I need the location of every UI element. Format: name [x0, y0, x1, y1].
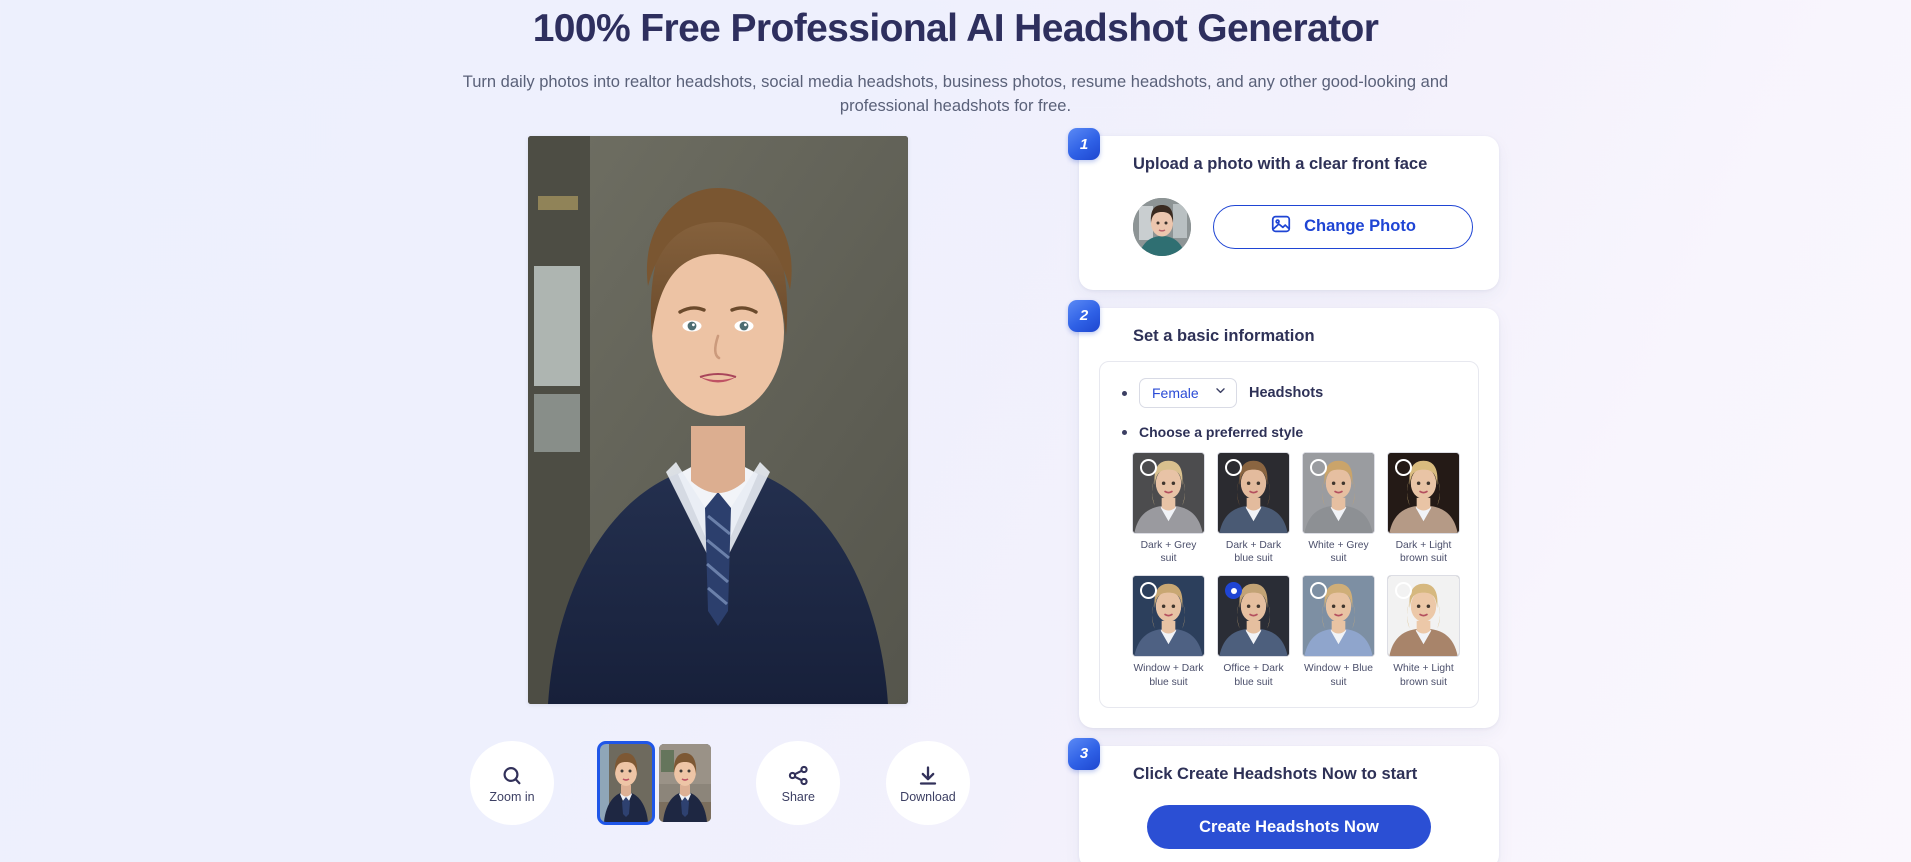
step-1-card: 1 Upload a photo with a clear front face	[1079, 136, 1499, 289]
zoom-in-button[interactable]: Zoom in	[470, 741, 554, 825]
result-thumbnail-1[interactable]	[600, 744, 652, 822]
headshots-label: Headshots	[1249, 385, 1323, 401]
style-option-label: Dark + Light brown suit	[1387, 539, 1460, 565]
share-button[interactable]: Share	[756, 741, 840, 825]
gender-select-value: Female	[1152, 385, 1199, 401]
preview-column	[528, 136, 908, 704]
style-option-4[interactable]: Dark + Light brown suit	[1387, 452, 1460, 565]
step-3-body: Create Headshots Now	[1079, 785, 1499, 862]
bullet-marker	[1122, 391, 1127, 396]
headshot-preview-image[interactable]	[528, 136, 908, 704]
style-option-label: Dark + Dark blue suit	[1217, 539, 1290, 565]
style-option-radio[interactable]	[1140, 459, 1157, 476]
page-header: 100% Free Professional AI Headshot Gener…	[0, 0, 1911, 118]
download-arrow-icon	[916, 764, 940, 788]
gender-select[interactable]: Female	[1139, 378, 1237, 408]
download-label: Download	[900, 791, 956, 804]
basic-info-panel: Female Headshots Choose a preferred styl…	[1099, 361, 1479, 708]
step-3-badge: 3	[1068, 738, 1100, 770]
image-icon	[1270, 213, 1292, 240]
create-headshots-button[interactable]: Create Headshots Now	[1147, 805, 1431, 849]
step-1-title: Upload a photo with a clear front face	[1079, 136, 1499, 175]
style-option-thumbnail[interactable]	[1302, 452, 1375, 534]
style-option-label: White + Grey suit	[1302, 539, 1375, 565]
style-option-label: Window + Dark blue suit	[1132, 662, 1205, 688]
step-2-body: Female Headshots Choose a preferred styl…	[1079, 347, 1499, 728]
style-option-thumbnail[interactable]	[1217, 575, 1290, 657]
step-2-card: 2 Set a basic information Female	[1079, 308, 1499, 728]
style-option-thumbnail[interactable]	[1302, 575, 1375, 657]
step-3-card: 3 Click Create Headshots Now to start Cr…	[1079, 746, 1499, 862]
change-photo-button[interactable]: Change Photo	[1213, 205, 1473, 249]
style-option-label: White + Light brown suit	[1387, 662, 1460, 688]
steps-column: 1 Upload a photo with a clear front face	[1079, 136, 1499, 862]
style-option-radio[interactable]	[1310, 459, 1327, 476]
style-option-1[interactable]: Dark + Grey suit	[1132, 452, 1205, 565]
style-option-5[interactable]: Window + Dark blue suit	[1132, 575, 1205, 688]
chevron-down-icon	[1214, 384, 1227, 402]
style-option-2[interactable]: Dark + Dark blue suit	[1217, 452, 1290, 565]
user-photo-avatar[interactable]	[1133, 198, 1191, 256]
main-content: Zoom in	[0, 136, 1911, 856]
step-1-badge: 1	[1068, 128, 1100, 160]
step-2-badge: 2	[1068, 300, 1100, 332]
bullet-marker	[1122, 430, 1127, 435]
share-label: Share	[782, 791, 815, 804]
style-option-label: Window + Blue suit	[1302, 662, 1375, 688]
style-option-3[interactable]: White + Grey suit	[1302, 452, 1375, 565]
style-option-8[interactable]: White + Light brown suit	[1387, 575, 1460, 688]
style-option-label: Dark + Grey suit	[1132, 539, 1205, 565]
page-title: 100% Free Professional AI Headshot Gener…	[0, 5, 1911, 54]
style-section-label: Choose a preferred style	[1139, 424, 1303, 440]
style-option-7[interactable]: Window + Blue suit	[1302, 575, 1375, 688]
step-2-title: Set a basic information	[1079, 308, 1499, 347]
style-option-thumbnail[interactable]	[1387, 452, 1460, 534]
style-option-thumbnail[interactable]	[1132, 452, 1205, 534]
style-option-label: Office + Dark blue suit	[1217, 662, 1290, 688]
change-photo-label: Change Photo	[1304, 217, 1416, 236]
gender-field-row: Female Headshots	[1118, 378, 1460, 408]
style-option-radio[interactable]	[1395, 459, 1412, 476]
step-3-title: Click Create Headshots Now to start	[1079, 746, 1499, 785]
magnifier-icon	[500, 764, 524, 788]
step-1-body: Change Photo	[1079, 176, 1499, 290]
style-option-thumbnail[interactable]	[1217, 452, 1290, 534]
result-thumbnail-strip	[600, 744, 711, 822]
style-section-header: Choose a preferred style	[1118, 424, 1460, 440]
style-option-thumbnail[interactable]	[1132, 575, 1205, 657]
zoom-in-label: Zoom in	[489, 791, 534, 804]
page-subtitle: Turn daily photos into realtor headshots…	[426, 70, 1486, 119]
style-option-6[interactable]: Office + Dark blue suit	[1217, 575, 1290, 688]
share-nodes-icon	[786, 764, 810, 788]
style-grid: Dark + Grey suit Dark + Dark blue suit W…	[1118, 452, 1460, 689]
style-option-thumbnail[interactable]	[1387, 575, 1460, 657]
preview-toolbar: Zoom in	[470, 728, 970, 838]
result-thumbnail-2[interactable]	[659, 744, 711, 822]
style-option-radio[interactable]	[1225, 459, 1242, 476]
download-button[interactable]: Download	[886, 741, 970, 825]
